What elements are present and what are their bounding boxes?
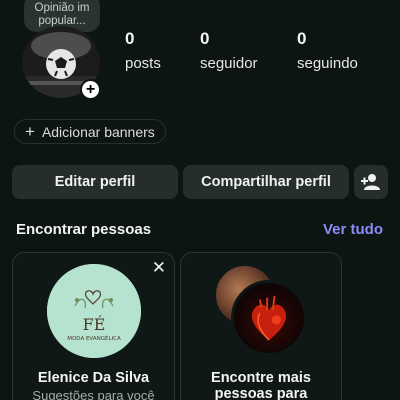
edit-profile-button[interactable]: Editar perfil xyxy=(12,165,178,199)
add-banners-button[interactable]: + Adicionar banners xyxy=(14,119,166,144)
add-banners-label: Adicionar banners xyxy=(41,123,155,140)
stat-posts[interactable]: 0 posts xyxy=(125,29,161,72)
stat-followers-label: seguidor xyxy=(200,55,258,72)
suggestion-card[interactable]: ✕ FÉ MODA EVANGÉLICA Elenice Da Silva Su… xyxy=(12,252,175,400)
suggestion-subtitle: Sugestões para você xyxy=(32,388,155,400)
logo-tagline: MODA EVANGÉLICA xyxy=(67,334,121,342)
share-profile-button[interactable]: Compartilhar perfil xyxy=(183,165,349,199)
stat-posts-value: 0 xyxy=(125,29,135,48)
stat-followers-value: 0 xyxy=(200,29,210,48)
see-all-link[interactable]: Ver tudo xyxy=(323,221,383,238)
stat-following-label: seguindo xyxy=(297,55,358,72)
edit-profile-label: Editar perfil xyxy=(54,174,136,190)
discover-people-button[interactable] xyxy=(354,165,388,199)
stat-followers[interactable]: 0 seguidor xyxy=(200,29,258,72)
suggestion-name: Elenice Da Silva xyxy=(37,370,150,386)
stat-posts-label: posts xyxy=(125,55,161,72)
stat-following-value: 0 xyxy=(297,29,307,48)
profile-note-text: Opinião im popular... xyxy=(34,2,90,27)
stacked-avatar-front xyxy=(231,280,307,356)
find-more-card[interactable]: Encontre mais pessoas para se... xyxy=(180,252,342,400)
find-more-title: Encontre mais pessoas para se... xyxy=(211,370,311,400)
stat-following[interactable]: 0 seguindo xyxy=(297,29,358,72)
fe-moda-logo: FÉ MODA EVANGÉLICA xyxy=(47,264,141,358)
discover-section-title: Encontrar pessoas xyxy=(16,221,152,238)
heart-image xyxy=(251,295,287,341)
suggestion-avatar[interactable]: FÉ MODA EVANGÉLICA xyxy=(47,264,141,358)
plus-icon: + xyxy=(25,121,35,141)
add-story-plus-icon[interactable]: + xyxy=(80,79,101,100)
add-person-icon xyxy=(361,174,380,190)
logo-title: FÉ xyxy=(83,314,106,334)
share-profile-label: Compartilhar perfil xyxy=(201,174,331,190)
close-icon[interactable]: ✕ xyxy=(152,258,166,278)
